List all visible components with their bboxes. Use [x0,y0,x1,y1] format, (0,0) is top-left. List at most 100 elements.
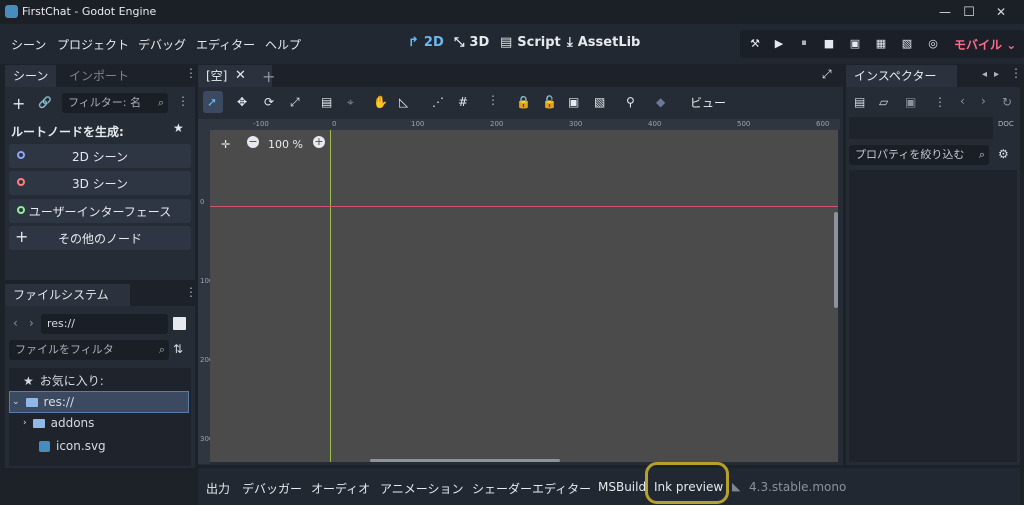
sort-icon[interactable]: ⇅ [173,342,183,356]
2d-scene-button[interactable]: 2D シーン [9,144,191,168]
menu-debug[interactable]: デバッグ [138,36,186,53]
tab-scene[interactable]: シーン [5,65,57,87]
favorites-item[interactable]: ★ お気に入り: [23,372,104,389]
link-icon[interactable]: 🔗 [38,96,52,109]
filesystem-dock-menu-icon[interactable]: ⋮ [185,286,197,298]
zoom-level[interactable]: 100 % [268,138,303,151]
path-input[interactable]: res:// [41,314,168,334]
hammer-icon[interactable]: ⚒ [748,36,762,50]
tab-animation[interactable]: アニメーション [380,480,464,497]
menu-editor[interactable]: エディター [196,36,255,53]
property-filter-input[interactable]: プロパティを絞り込む ⌕ [849,145,989,165]
dock-menu-icon[interactable]: ⋮ [185,67,197,79]
forward-icon[interactable]: › [29,316,34,330]
scene-menu-icon[interactable]: ⋮ [177,95,189,107]
pivot-tool-icon[interactable]: ⌖ [347,94,354,110]
workspace-script-button[interactable]: ▤ Script [500,35,561,50]
tab-msbuild[interactable]: MSBuild [598,480,646,494]
back-icon[interactable]: ‹ [13,316,18,330]
camera-override-icon[interactable]: ◆ [656,94,665,110]
menu-scene[interactable]: シーン [11,36,46,53]
distraction-free-icon[interactable]: ⤢ [822,67,832,82]
resource-menu-icon[interactable]: ⋮ [934,96,946,108]
3d-scene-label: 3D シーン [71,177,129,191]
grid-snap-icon[interactable]: # [458,94,468,110]
prev-dock-icon[interactable]: ◂ [982,69,987,80]
history-back-icon[interactable]: ‹ [960,94,965,108]
3d-scene-button[interactable]: 3D シーン [9,171,191,195]
add-node-icon[interactable]: + [12,94,25,113]
file-filter-input[interactable]: ファイルをフィルタ ⌕ [9,340,169,360]
lock-icon[interactable]: 🔒 [516,94,531,110]
scene-filter-input[interactable]: フィルター: 名 ⌕ [62,93,168,113]
workspace-3d-label: 3D [469,35,490,50]
tab-inspector[interactable]: インスペクター [846,65,957,87]
tree-item-res[interactable]: ⌄ res:// [9,391,189,413]
bone-icon[interactable]: ⚲ [626,94,635,110]
new-resource-icon[interactable]: ▤ [854,95,865,109]
tab-filesystem[interactable]: ファイルシステム [5,284,130,306]
tab-debugger[interactable]: デバッガー [242,480,302,497]
object-selector[interactable] [849,117,993,139]
pause-icon[interactable]: ⏸ [797,36,811,50]
canvas-viewport[interactable]: ✛ − 100 % + [210,130,838,462]
next-dock-icon[interactable]: ▸ [994,69,999,80]
close-tab-icon[interactable]: ✕ [235,65,246,87]
play-icon[interactable]: ▶ [772,36,786,50]
tree-item-addons[interactable]: › addons [23,416,94,430]
scene-tab-empty[interactable]: [空] ✕ [198,65,272,87]
stop-icon[interactable]: ■ [822,36,836,50]
remote-debug-icon[interactable]: ▣ [848,36,862,50]
new-tab-icon[interactable]: + [262,67,275,86]
user-interface-button[interactable]: ユーザーインターフェース [9,199,191,223]
tab-shader-editor[interactable]: シェーダーエディター [472,480,591,497]
tree-item-icon-svg[interactable]: icon.svg [39,439,106,453]
save-resource-icon[interactable]: ▣ [905,95,916,109]
workspace-2d-label: 2D [423,35,444,50]
layout-toggle-icon[interactable] [173,317,186,330]
history-icon[interactable]: ↻ [1002,95,1012,109]
tab-output[interactable]: 出力 [206,480,230,497]
workspace-2d-button[interactable]: ↱ 2D [408,35,444,50]
other-node-button[interactable]: + その他のノード [9,226,191,250]
zoom-in-icon[interactable]: + [313,136,325,148]
favorite-star-icon[interactable]: ★ [173,121,184,135]
play-custom-scene-icon[interactable]: ▧ [900,36,914,50]
tab-audio[interactable]: オーディオ [311,480,370,497]
zoom-out-icon[interactable]: − [247,136,259,148]
workspace-3d-button[interactable]: ⤡ 3D [454,35,489,50]
y-axis-line [330,130,331,462]
unlock-icon[interactable]: 🔓 [542,94,557,110]
smart-snap-icon[interactable]: ⋰ [432,94,444,110]
open-resource-icon[interactable]: ▱ [879,95,888,109]
doc-icon[interactable]: DOC [998,120,1014,128]
list-select-icon[interactable]: ▤ [321,94,332,110]
scale-tool-icon[interactable]: ⤢ [290,94,300,110]
tab-import[interactable]: インポート [61,65,137,87]
group-icon[interactable]: ▣ [568,94,579,110]
view-menu[interactable]: ビュー [690,94,726,110]
vertical-scrollbar[interactable] [834,212,838,308]
horizontal-scrollbar[interactable] [370,459,560,462]
menu-help[interactable]: ヘルプ [265,36,301,53]
inspector-menu-icon[interactable]: ⋮ [1010,67,1022,79]
center-view-icon[interactable]: ✛ [221,138,230,151]
snap-options-icon[interactable]: ⋮ [487,94,499,106]
select-tool-icon[interactable]: ➚ [207,94,217,110]
ungroup-icon[interactable]: ▧ [594,94,605,110]
close-window-button[interactable]: ✕ [978,0,1024,24]
workspace-assetlib-button[interactable]: ⤓ AssetLib [567,35,640,50]
tree-item-res-label: res:// [43,395,74,409]
movie-maker-icon[interactable]: ◎ [926,36,940,50]
history-forward-icon[interactable]: › [981,94,986,108]
renderer-select[interactable]: モバイル ⌄ [954,36,1016,53]
rotate-tool-icon[interactable]: ⟳ [264,94,274,110]
ruler-h-label: 300 [569,120,583,128]
pan-tool-icon[interactable]: ✋ [373,94,388,110]
property-settings-icon[interactable]: ⚙ [998,147,1009,161]
play-scene-icon[interactable]: ▦ [874,36,888,50]
vertical-ruler: 0 100 200 300 [198,130,213,464]
move-tool-icon[interactable]: ✥ [237,94,247,110]
menu-project[interactable]: プロジェクト [57,36,129,53]
ruler-tool-icon[interactable]: ◺ [399,94,408,110]
